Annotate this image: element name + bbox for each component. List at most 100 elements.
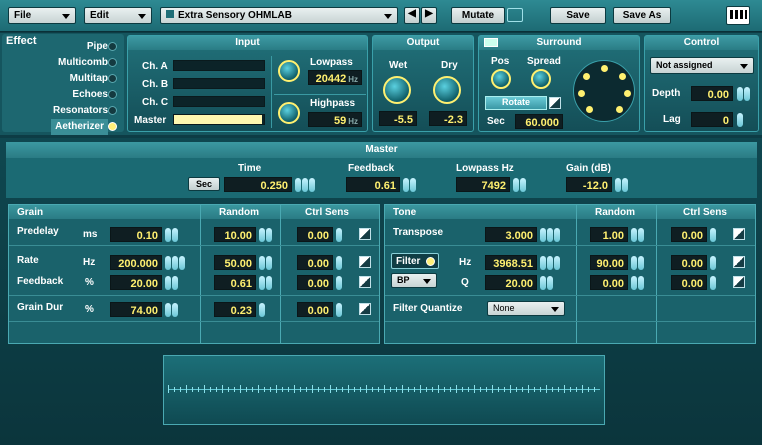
surround-toggle[interactable] <box>484 38 498 47</box>
feedback-spinner[interactable] <box>402 178 416 192</box>
graindur-random[interactable]: 0.23 <box>214 302 256 317</box>
filter-hz-mod-icon[interactable] <box>733 256 745 268</box>
rate-ctrl-spinner[interactable] <box>335 256 342 270</box>
lowpass-value-box[interactable]: 20442 Hz <box>308 70 362 85</box>
highpass-knob[interactable] <box>278 102 300 124</box>
rate-value[interactable]: 200.000 <box>110 255 162 270</box>
predelay-random[interactable]: 10.00 <box>214 227 256 242</box>
pos-knob[interactable] <box>491 69 511 89</box>
predelay-value[interactable]: 0.10 <box>110 227 162 242</box>
filter-q-random-spinner[interactable] <box>630 276 644 290</box>
filter-hz-spinner[interactable] <box>539 256 560 270</box>
graindur-mod-icon[interactable] <box>359 303 371 315</box>
effect-item-multitap[interactable]: Multitap <box>51 71 108 87</box>
wet-knob[interactable] <box>383 76 411 104</box>
effect-item-pipe[interactable]: Pipe <box>51 39 108 55</box>
graindur-random-spinner[interactable] <box>258 303 265 317</box>
spread-knob[interactable] <box>531 69 551 89</box>
graindur-ctrl[interactable]: 0.00 <box>297 302 333 317</box>
grain-feedback-random-spinner[interactable] <box>258 276 272 290</box>
filter-q-random[interactable]: 0.00 <box>590 275 628 290</box>
master-meter[interactable] <box>173 114 265 125</box>
time-value[interactable]: 0.250 <box>224 177 292 192</box>
graindur-ctrl-spinner[interactable] <box>335 303 342 317</box>
rate-random-spinner[interactable] <box>258 256 272 270</box>
filter-q-value[interactable]: 20.00 <box>485 275 537 290</box>
effect-item-multicomb[interactable]: Multicomb <box>51 55 108 71</box>
predelay-mod-icon[interactable] <box>359 228 371 240</box>
grain-feedback-mod-icon[interactable] <box>359 276 371 288</box>
master-lowpass-spinner[interactable] <box>512 178 526 192</box>
filter-q-ctrl[interactable]: 0.00 <box>671 275 707 290</box>
resonators-led[interactable] <box>108 106 117 115</box>
sec-value[interactable]: 60.000 <box>515 114 563 129</box>
filter-hz-random[interactable]: 90.00 <box>590 255 628 270</box>
filter-toggle[interactable]: Filter <box>391 253 439 269</box>
transpose-random[interactable]: 1.00 <box>590 227 628 242</box>
lag-spinner[interactable] <box>736 113 743 127</box>
gain-spinner[interactable] <box>614 178 628 192</box>
surround-pan-display[interactable] <box>573 60 635 122</box>
transpose-value[interactable]: 3.000 <box>485 227 537 242</box>
effect-item-resonators[interactable]: Resonators <box>51 103 108 119</box>
transpose-ctrl-spinner[interactable] <box>709 228 716 242</box>
lag-value[interactable]: 0 <box>691 112 733 127</box>
grain-feedback-spinner[interactable] <box>164 276 178 290</box>
filter-q-spinner[interactable] <box>539 276 553 290</box>
ch-c-meter[interactable] <box>173 96 265 107</box>
effect-item-aetherizer[interactable]: Aetherizer <box>51 119 108 135</box>
filter-hz-ctrl[interactable]: 0.00 <box>671 255 707 270</box>
rotate-button[interactable]: Rotate <box>485 96 547 110</box>
transpose-mod-icon[interactable] <box>733 228 745 240</box>
rate-mod-icon[interactable] <box>359 256 371 268</box>
ch-a-meter[interactable] <box>173 60 265 71</box>
save-button[interactable]: Save <box>550 7 606 24</box>
mutate-options-icon[interactable] <box>507 8 523 22</box>
prev-preset-button[interactable]: ◀ <box>404 7 420 24</box>
rotate-mod-icon[interactable] <box>549 97 561 109</box>
transpose-spinner[interactable] <box>539 228 560 242</box>
filter-type-select[interactable]: BP <box>391 273 437 288</box>
aetherizer-led[interactable] <box>108 122 117 131</box>
multitap-led[interactable] <box>108 74 117 83</box>
save-as-button[interactable]: Save As <box>613 7 671 24</box>
predelay-spinner[interactable] <box>164 228 178 242</box>
highpass-value-box[interactable]: 59 Hz <box>308 112 362 127</box>
transpose-random-spinner[interactable] <box>630 228 644 242</box>
edit-menu[interactable]: Edit <box>84 7 152 24</box>
rate-ctrl[interactable]: 0.00 <box>297 255 333 270</box>
predelay-ctrl[interactable]: 0.00 <box>297 227 333 242</box>
dry-value[interactable]: -2.3 <box>429 111 467 126</box>
grain-feedback-ctrl[interactable]: 0.00 <box>297 275 333 290</box>
depth-value[interactable]: 0.00 <box>691 86 733 101</box>
grain-feedback-value[interactable]: 20.00 <box>110 275 162 290</box>
effect-item-echoes[interactable]: Echoes <box>51 87 108 103</box>
lowpass-knob[interactable] <box>278 60 300 82</box>
multicomb-led[interactable] <box>108 58 117 67</box>
gain-value[interactable]: -12.0 <box>566 177 612 192</box>
predelay-ctrl-spinner[interactable] <box>335 228 342 242</box>
preset-select[interactable]: Extra Sensory OHMLAB <box>160 7 398 24</box>
master-sec-button[interactable]: Sec <box>188 177 220 191</box>
rate-random[interactable]: 50.00 <box>214 255 256 270</box>
transpose-ctrl[interactable]: 0.00 <box>671 227 707 242</box>
graindur-spinner[interactable] <box>164 303 178 317</box>
filter-hz-ctrl-spinner[interactable] <box>709 256 716 270</box>
control-assign-select[interactable]: Not assigned <box>650 57 754 74</box>
ch-b-meter[interactable] <box>173 78 265 89</box>
graindur-value[interactable]: 74.00 <box>110 302 162 317</box>
filter-hz-value[interactable]: 3968.51 <box>485 255 537 270</box>
time-spinner[interactable] <box>294 178 315 192</box>
keyboard-icon[interactable] <box>726 6 750 25</box>
next-preset-button[interactable]: ▶ <box>421 7 437 24</box>
depth-spinner[interactable] <box>736 87 750 101</box>
grain-waveform-display[interactable] <box>163 355 605 425</box>
master-lowpass-value[interactable]: 7492 <box>456 177 510 192</box>
echoes-led[interactable] <box>108 90 117 99</box>
grain-feedback-ctrl-spinner[interactable] <box>335 276 342 290</box>
dry-knob[interactable] <box>433 76 461 104</box>
grain-feedback-random[interactable]: 0.61 <box>214 275 256 290</box>
rate-spinner[interactable] <box>164 256 185 270</box>
mutate-button[interactable]: Mutate <box>451 7 505 24</box>
predelay-random-spinner[interactable] <box>258 228 272 242</box>
